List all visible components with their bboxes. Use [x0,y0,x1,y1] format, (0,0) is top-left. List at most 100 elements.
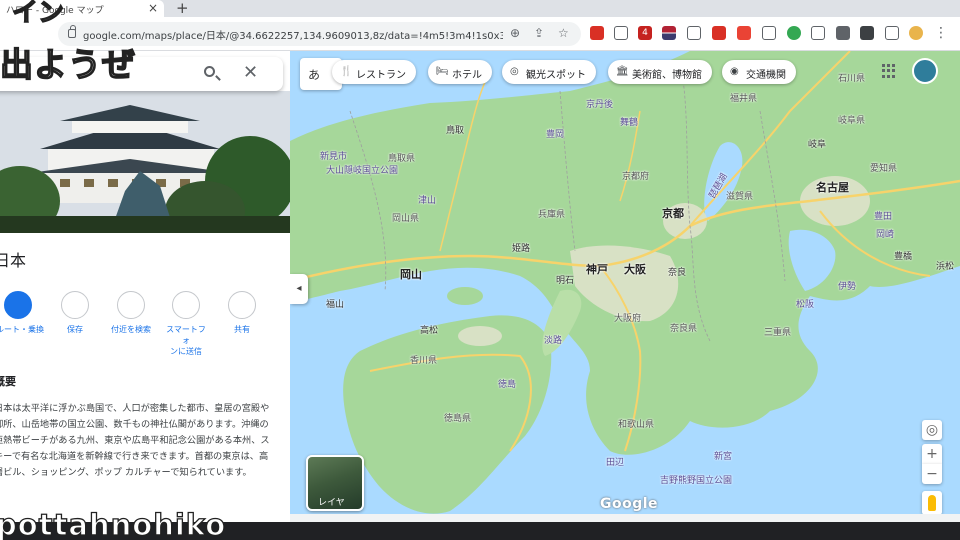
nearby-icon [117,291,145,319]
google-logo: Google [600,496,659,512]
extension-box-icon[interactable] [687,26,701,40]
profile-avatar-icon[interactable] [909,26,923,40]
map-label-osaka[interactable]: 大阪 [624,261,646,277]
map-label-daisen-oki: 大山隠岐国立公園 [326,166,399,176]
map-label-mie: 三重県 [764,328,792,338]
street-view-pegman-icon[interactable] [922,491,942,515]
map-label-tottori[interactable]: 鳥取 [446,123,464,136]
zoom-out-button[interactable]: − [922,464,942,484]
bed-icon: 🛏 [436,66,449,77]
map-label-takamatsu[interactable]: 高松 [420,323,438,336]
address-bar[interactable]: google.com/maps/place/日本/@34.6622257,134… [58,22,581,46]
lock-icon[interactable] [68,25,76,38]
extension-download-icon[interactable] [762,26,776,40]
place-photo[interactable] [0,91,290,233]
share-icon[interactable]: ⇪ [534,26,544,40]
map-label-tokushima-city: 徳島 [498,380,517,390]
phone-icon [172,291,200,319]
chip-label: レストラン [356,70,406,81]
map-label-kyoto[interactable]: 京都 [662,205,684,221]
my-location-button[interactable]: ◎ [922,420,942,440]
bookmark-icon [61,291,89,319]
extension-camera-icon[interactable] [614,26,628,40]
extensions-puzzle-icon[interactable] [860,26,874,40]
fork-knife-icon: 🍴 [340,66,353,77]
map-label-toyota: 豊田 [874,212,893,222]
transit-icon: ◉ [730,66,739,77]
map-label-tokushima: 徳島県 [444,414,472,424]
extension-gmail-icon[interactable] [737,26,751,40]
overview-text: 日本は太平洋に浮かぶ島国で、人口が密集した都市、皇居の宮殿や御所、山岳地帯の国立… [0,403,270,478]
chip-hotel[interactable]: 🛏 ホテル [428,60,492,84]
layers-button[interactable]: レイヤ [306,455,364,511]
overlay-caption-top-fragment: イン [11,0,65,29]
chip-transit[interactable]: ◉ 交通機関 [722,60,796,84]
action-label: スマートフォ ンに送信 [166,325,206,356]
map-label-osaka-pref: 大阪府 [614,314,642,324]
chip-sights[interactable]: ◎ 観光スポット [502,60,596,84]
map-label-nara-pref: 奈良県 [670,324,698,334]
map-label-himeji[interactable]: 姫路 [512,241,530,254]
collapse-panel-button[interactable]: ◂ [290,274,308,304]
share-button[interactable]: 共有 [220,291,264,335]
map-label-yoshino-kumano: 吉野熊野国立公園 [660,476,733,486]
directions-button[interactable]: ルート・乗換 [0,291,44,335]
layers-label: レイヤ [318,498,345,508]
overlay-caption-top: 出ようぜ [0,44,136,85]
directions-icon [4,291,32,319]
chip-museum[interactable]: 🏛 美術館、博物館 [608,60,712,84]
place-title: 日本 [0,251,27,270]
map-canvas[interactable]: 京都 神戸 大阪 岡山 明石 奈良 名古屋 高松 姫路 福山 鳥取 岐阜 浜松 … [290,51,960,522]
extension-flag-icon[interactable] [662,26,676,40]
map-label-nara[interactable]: 奈良 [668,265,686,278]
map-label-shingu: 新宮 [714,452,733,462]
url-text[interactable]: google.com/maps/place/日本/@34.6622257,134… [83,27,503,42]
map-label-toyohashi[interactable]: 豊橋 [894,249,912,262]
new-tab-button[interactable]: + [176,0,189,17]
chip-restaurant[interactable]: 🍴 レストラン [332,60,416,84]
side-panel-icon[interactable] [885,26,899,40]
action-buttons: ルート・乗換 保存 付近を検索 スマートフォ ンに送信 共有 [0,291,290,356]
zoom-in-button[interactable]: + [922,444,942,464]
install-app-icon[interactable]: ⊕ [510,26,520,40]
share-icon [228,291,256,319]
google-apps-icon[interactable] [882,64,896,78]
search-nearby-button[interactable]: 付近を検索 [109,291,153,335]
bookmark-star-icon[interactable]: ☆ [558,26,569,40]
map-label-ise: 伊勢 [838,282,857,292]
search-icon[interactable] [204,66,215,77]
close-icon[interactable]: ✕ [243,62,258,83]
map-label-matsusaka: 松阪 [796,300,815,310]
save-button[interactable]: 保存 [53,291,97,335]
map-label-shiga: 滋賀県 [726,192,754,202]
tab-strip: ハロー - Google マップ × + [0,0,960,17]
map-label-akashi[interactable]: 明石 [556,273,574,286]
map-label-kobe[interactable]: 神戸 [586,261,608,277]
chip-label: 観光スポット [526,70,586,81]
map-label-toyooka: 豊岡 [546,130,565,140]
action-label: 付近を検索 [111,325,151,334]
map-label-tsuyama: 津山 [418,196,437,206]
extension-badge-icon[interactable]: 4 [638,26,652,40]
browser-menu-icon[interactable]: ⋮ [934,26,948,40]
map-label-fukuyama[interactable]: 福山 [326,297,344,310]
map-label-okazaki: 岡崎 [876,230,895,240]
map-label-gifu[interactable]: 岐阜 [808,137,826,150]
action-label: 共有 [234,325,250,334]
send-to-phone-button[interactable]: スマートフォ ンに送信 [164,291,208,357]
action-label: 保存 [67,325,83,334]
extension-mail-icon[interactable] [590,26,604,40]
extension-globe-icon[interactable] [787,26,801,40]
extension-bolt-icon[interactable] [836,26,850,40]
map-label-nagoya[interactable]: 名古屋 [816,179,849,195]
chip-label: ホテル [452,70,482,81]
tab-close-icon[interactable]: × [148,1,158,15]
map-label-okayama[interactable]: 岡山 [400,266,422,282]
extension-copy-icon[interactable] [811,26,825,40]
map-label-awaji: 淡路 [544,336,563,346]
map-label-maizuru: 舞鶴 [620,118,639,128]
map-label-hamamatsu[interactable]: 浜松 [936,259,954,272]
account-avatar[interactable] [912,58,938,84]
extension-pdf-icon[interactable] [712,26,726,40]
map-label-aichi: 愛知県 [870,164,898,174]
